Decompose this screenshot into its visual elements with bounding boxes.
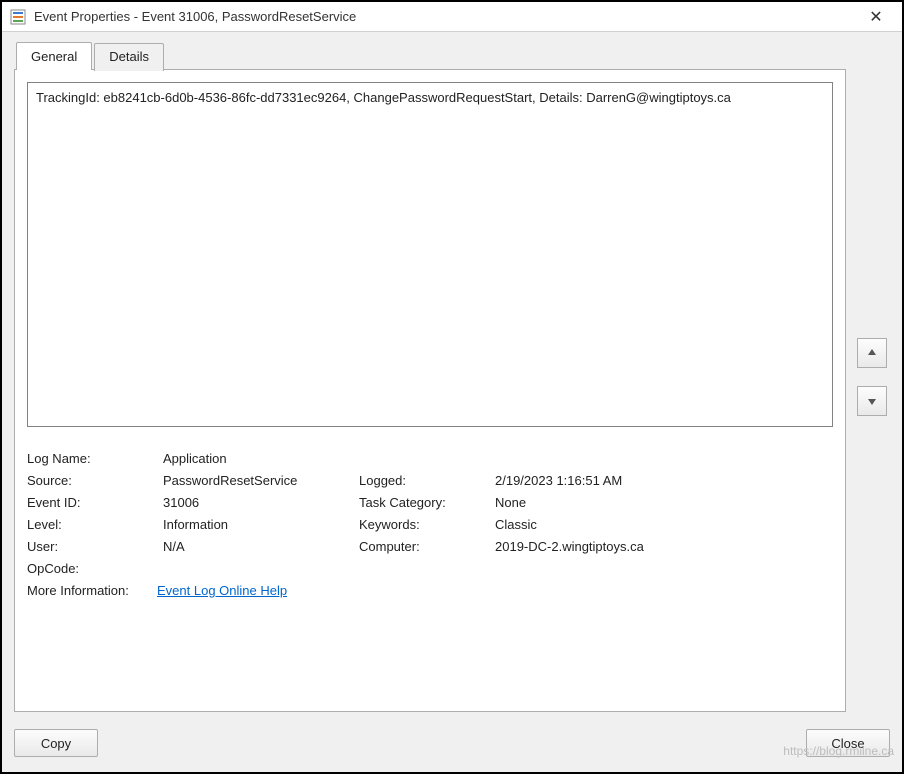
value-logged: 2/19/2023 1:16:51 AM (495, 473, 833, 488)
arrow-up-icon (866, 347, 878, 359)
row-more-info: More Information: Event Log Online Help (27, 583, 833, 598)
label-task-category: Task Category: (359, 495, 489, 510)
tab-container: General Details TrackingId: eb8241cb-6d0… (14, 42, 846, 712)
close-icon: ✕ (869, 7, 882, 27)
value-source: PasswordResetService (163, 473, 353, 488)
value-user: N/A (163, 539, 353, 554)
label-user: User: (27, 539, 157, 554)
value-keywords: Classic (495, 517, 833, 532)
nav-arrows (854, 42, 890, 712)
app-icon (10, 9, 26, 25)
value-log-name: Application (163, 451, 833, 466)
tab-strip: General Details (14, 42, 846, 70)
event-description[interactable]: TrackingId: eb8241cb-6d0b-4536-86fc-dd73… (27, 82, 833, 427)
value-task-category: None (495, 495, 833, 510)
nav-down-button[interactable] (857, 386, 887, 416)
window-close-button[interactable]: ✕ (856, 3, 896, 31)
titlebar: Event Properties - Event 31006, Password… (2, 2, 902, 32)
tab-general[interactable]: General (16, 42, 92, 70)
footer: Copy Close (14, 712, 890, 760)
arrow-down-icon (866, 395, 878, 407)
link-online-help[interactable]: Event Log Online Help (157, 583, 287, 598)
window-frame: Event Properties - Event 31006, Password… (0, 0, 904, 774)
label-opcode: OpCode: (27, 561, 157, 576)
details-grid: Log Name: Application Source: PasswordRe… (27, 451, 833, 598)
label-computer: Computer: (359, 539, 489, 554)
close-button[interactable]: Close (806, 729, 890, 757)
label-more-info: More Information: (27, 583, 157, 598)
label-source: Source: (27, 473, 157, 488)
value-computer: 2019-DC-2.wingtiptoys.ca (495, 539, 833, 554)
tab-details[interactable]: Details (94, 43, 164, 71)
label-keywords: Keywords: (359, 517, 489, 532)
copy-button[interactable]: Copy (14, 729, 98, 757)
label-log-name: Log Name: (27, 451, 157, 466)
tab-panel-general: TrackingId: eb8241cb-6d0b-4536-86fc-dd73… (14, 69, 846, 712)
nav-up-button[interactable] (857, 338, 887, 368)
label-event-id: Event ID: (27, 495, 157, 510)
main-row: General Details TrackingId: eb8241cb-6d0… (14, 42, 890, 712)
window-title: Event Properties - Event 31006, Password… (34, 9, 856, 24)
label-level: Level: (27, 517, 157, 532)
client-area: General Details TrackingId: eb8241cb-6d0… (2, 32, 902, 772)
value-event-id: 31006 (163, 495, 353, 510)
value-level: Information (163, 517, 353, 532)
label-logged: Logged: (359, 473, 489, 488)
